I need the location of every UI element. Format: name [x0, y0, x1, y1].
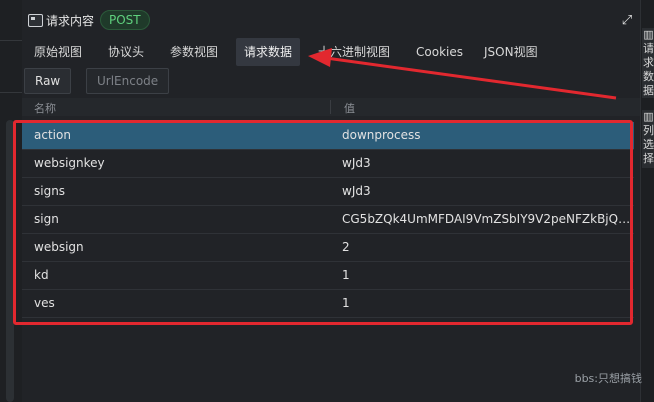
tab-raw-view[interactable]: 原始视图 — [26, 38, 90, 66]
row-name: signs — [34, 184, 66, 198]
row-value: CG5bZQk4UmMFDAI9VmZSbIY9V2peNFZkBjQDMF..… — [342, 212, 632, 226]
row-name: sign — [34, 212, 59, 226]
left-gutter — [0, 0, 23, 402]
table-row[interactable]: kd 1 — [22, 262, 634, 290]
expand-icon[interactable]: ⤢ — [620, 14, 634, 28]
row-name: websign — [34, 240, 84, 254]
tab-hex-view[interactable]: 十六进制视图 — [310, 38, 398, 66]
request-content-panel: 请求内容 POST ⤢ 原始视图 协议头 参数视图 请求数据 十六进制视图 Co… — [22, 0, 640, 402]
left-scrollbar[interactable] — [6, 120, 14, 402]
side-tab-column-select[interactable]: ▥ 列选择 — [642, 110, 654, 168]
side-tab-label: 列选择 — [643, 124, 654, 165]
table-header: 名称 值 — [22, 98, 640, 116]
table-row[interactable]: signs wJd3 — [22, 178, 634, 206]
column-divider[interactable] — [330, 100, 331, 114]
row-value: wJd3 — [342, 156, 371, 170]
row-name: websignkey — [34, 156, 105, 170]
tab-params-view[interactable]: 参数视图 — [162, 38, 226, 66]
panel-titlebar: 请求内容 POST ⤢ — [22, 6, 640, 38]
tab-cookies[interactable]: Cookies — [408, 38, 471, 66]
table-row[interactable]: action downprocess — [22, 122, 634, 150]
row-name: action — [34, 128, 71, 142]
raw-button[interactable]: Raw — [24, 68, 72, 94]
table-row[interactable]: ves 1 — [22, 290, 634, 318]
row-value: downprocess — [342, 128, 421, 142]
row-name: ves — [34, 296, 55, 310]
method-badge: POST — [100, 10, 150, 30]
format-buttons: Raw UrlEncode — [22, 66, 640, 96]
side-tab-label: 请求数据 — [643, 42, 654, 97]
side-tab-icon: ▥ — [643, 28, 654, 41]
watermark: bbs:只想搞钱 — [574, 372, 642, 385]
tab-protocol-headers[interactable]: 协议头 — [100, 38, 152, 66]
tab-json-view[interactable]: JSON视图 — [476, 38, 546, 66]
side-panel: ▥ 请求数据 ▥ 列选择 — [640, 0, 654, 402]
panel-title: 请求内容 — [46, 14, 95, 28]
column-header-value[interactable]: 值 — [344, 100, 355, 116]
side-tab-request-data[interactable]: ▥ 请求数据 — [642, 28, 654, 98]
table-row[interactable]: sign CG5bZQk4UmMFDAI9VmZSbIY9V2peNFZkBjQ… — [22, 206, 634, 234]
row-name: kd — [34, 268, 49, 282]
table-row[interactable]: websign 2 — [22, 234, 634, 262]
table-row[interactable]: websignkey wJd3 — [22, 150, 634, 178]
side-tab-icon: ▥ — [643, 110, 654, 123]
urlencode-button[interactable]: UrlEncode — [86, 68, 170, 94]
row-value: 1 — [342, 296, 350, 310]
column-header-name[interactable]: 名称 — [34, 100, 56, 116]
row-value: 2 — [342, 240, 350, 254]
window-icon — [28, 14, 43, 27]
gutter-divider — [0, 92, 22, 93]
gutter-divider — [0, 40, 22, 41]
row-value: wJd3 — [342, 184, 371, 198]
tab-request-data[interactable]: 请求数据 — [236, 38, 301, 66]
row-value: 1 — [342, 268, 350, 282]
tab-bar: 原始视图 协议头 参数视图 请求数据 十六进制视图 Cookies JSON视图 — [22, 38, 640, 66]
